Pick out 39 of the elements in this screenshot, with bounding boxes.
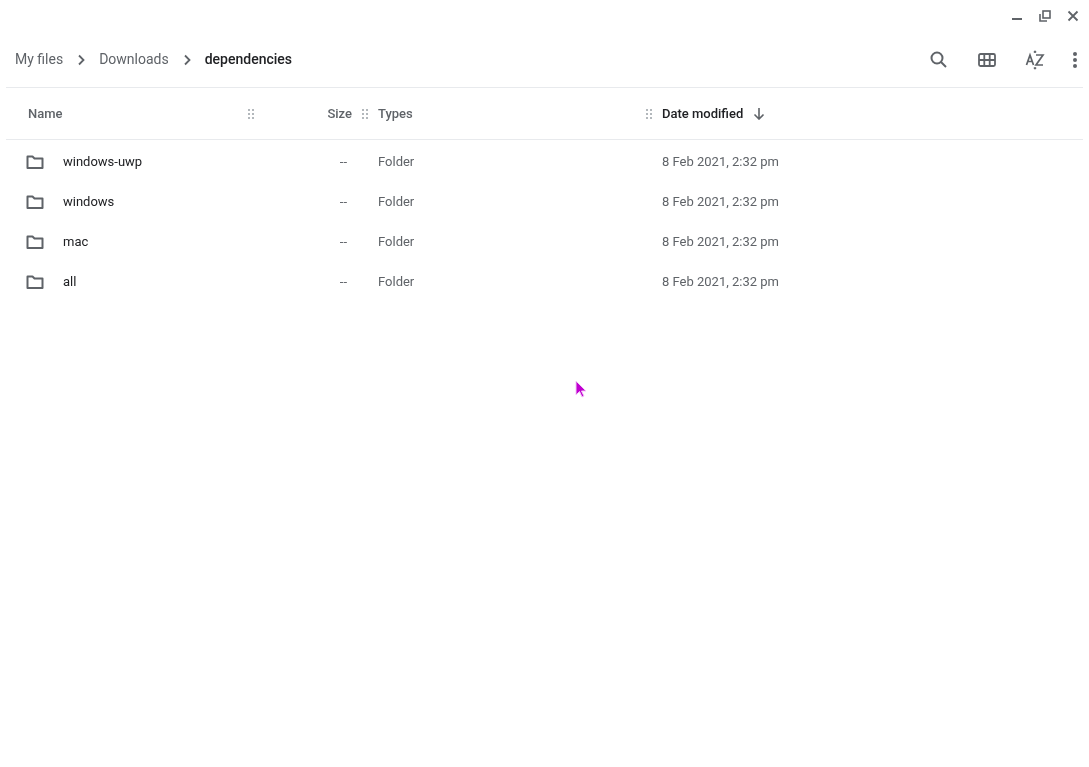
mouse-pointer-icon	[575, 380, 587, 399]
more-options-icon[interactable]	[1073, 51, 1077, 68]
type-text: Folder	[378, 274, 415, 290]
file-name[interactable]: mac	[63, 232, 89, 252]
folder-icon	[26, 234, 44, 250]
search-icon[interactable]	[929, 49, 949, 70]
size-text: --	[339, 193, 347, 212]
column-header[interactable]: Name	[28, 103, 63, 124]
breadcrumb-link[interactable]: Downloads	[99, 49, 169, 70]
date-text: 8 Feb 2021, 2:32 pm	[662, 234, 779, 250]
breadcrumb-link[interactable]: My files	[15, 49, 64, 70]
folder-icon	[26, 274, 44, 290]
sort-icon[interactable]	[1025, 49, 1045, 70]
close-icon[interactable]	[1067, 10, 1079, 22]
date-text: 8 Feb 2021, 2:32 pm	[662, 194, 779, 210]
date-text: 8 Feb 2021, 2:32 pm	[662, 274, 779, 290]
chevron-right-icon	[77, 53, 86, 66]
column-header[interactable]: Date modified	[662, 103, 744, 124]
folder-icon	[26, 154, 44, 170]
size-text: --	[339, 233, 347, 252]
size-text: --	[339, 153, 347, 172]
date-text: 8 Feb 2021, 2:32 pm	[662, 154, 779, 170]
type-text: Folder	[378, 194, 415, 210]
file-name[interactable]: all	[63, 272, 77, 292]
file-name[interactable]: windows	[63, 192, 115, 212]
chevron-right-icon	[182, 53, 191, 66]
arrow-down-icon[interactable]	[753, 107, 766, 120]
breadcrumb-link[interactable]: dependencies	[204, 49, 292, 70]
column-header[interactable]: Types	[378, 103, 413, 124]
column-header[interactable]: Size	[327, 103, 352, 124]
drag-handle-icon[interactable]	[248, 107, 254, 120]
drag-handle-icon[interactable]	[646, 107, 652, 120]
restore-icon[interactable]	[1039, 10, 1051, 22]
folder-icon	[26, 194, 44, 210]
size-text: --	[339, 273, 347, 292]
type-text: Folder	[378, 234, 415, 250]
drag-handle-icon[interactable]	[362, 107, 368, 120]
file-name[interactable]: windows-uwp	[63, 152, 143, 172]
type-text: Folder	[378, 154, 415, 170]
